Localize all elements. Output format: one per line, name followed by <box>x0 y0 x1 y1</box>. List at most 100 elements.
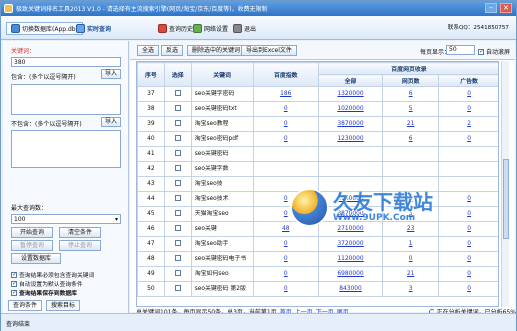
row-all-cell[interactable]: 1320000 <box>317 86 384 102</box>
row-checkbox[interactable] <box>174 210 181 216</box>
pause-query-button[interactable]: 暂停查询 <box>11 240 53 251</box>
row-index-link[interactable]: 48 <box>282 226 290 232</box>
row-all-cell[interactable]: 6980000 <box>317 266 384 282</box>
row-checkbox[interactable] <box>174 240 181 246</box>
table-vertical-scrollbar[interactable] <box>501 61 509 307</box>
row-checkbox[interactable] <box>174 105 181 111</box>
row-all-link[interactable]: 3870000 <box>337 121 363 127</box>
table-row[interactable]: 49 淘宝如何seo 0 6980000 21 0 <box>137 266 498 282</box>
row-pages-link[interactable]: 5 <box>409 106 413 112</box>
select-all-button[interactable]: 全选 <box>137 45 160 56</box>
row-checkbox[interactable] <box>174 195 181 201</box>
row-all-link[interactable]: 1020000 <box>337 106 363 112</box>
row-checkbox[interactable] <box>174 135 181 141</box>
row-checkbox[interactable] <box>174 285 181 291</box>
close-button[interactable]: × <box>500 3 512 13</box>
row-select-cell[interactable] <box>163 131 192 147</box>
table-row[interactable]: 39 淘宝seo教程 0 3870000 21 2 <box>137 116 498 132</box>
row-select-cell[interactable] <box>163 251 192 267</box>
row-ads-link[interactable]: 0 <box>467 136 471 142</box>
row-ads-cell[interactable]: 0 <box>438 251 498 267</box>
row-all-link[interactable]: 843000 <box>339 286 362 292</box>
checkbox-default-condition[interactable] <box>11 280 17 287</box>
row-index-cell[interactable]: 0 <box>252 116 319 132</box>
row-pages-link[interactable]: 6 <box>409 136 413 142</box>
max-query-select[interactable]: 100 ▾ <box>11 214 121 224</box>
row-pages-link[interactable]: 21 <box>407 271 415 277</box>
row-select-cell[interactable] <box>163 206 192 222</box>
row-index-cell[interactable] <box>252 161 319 177</box>
export-excel-button[interactable]: 导出到Excel文件 <box>241 45 297 56</box>
row-all-link[interactable]: 1120000 <box>337 256 363 262</box>
row-all-link[interactable]: 6980000 <box>337 271 363 277</box>
row-checkbox[interactable] <box>174 255 181 261</box>
include-textarea[interactable] <box>11 84 121 115</box>
table-row[interactable]: 41 seo关键密码 <box>137 146 498 162</box>
row-ads-link[interactable]: 0 <box>467 106 471 112</box>
row-all-cell[interactable] <box>317 161 384 177</box>
auto-scroll-option[interactable]: 自动滚屏 <box>478 47 510 56</box>
row-select-cell[interactable] <box>163 86 192 102</box>
row-index-link[interactable]: 0 <box>284 136 288 142</box>
table-row[interactable]: 50 seo关键密码 第2版 0 843000 3 0 <box>137 281 498 297</box>
row-all-cell[interactable]: 1120000 <box>317 251 384 267</box>
table-row[interactable]: 40 淘宝seo密码pdf 0 1230000 6 0 <box>137 131 498 147</box>
row-ads-cell[interactable]: 0 <box>438 101 498 117</box>
row-select-cell[interactable] <box>163 101 192 117</box>
stop-query-button[interactable]: 停止查询 <box>59 240 101 251</box>
row-all-cell[interactable]: 1020000 <box>317 101 384 117</box>
table-row[interactable]: 37 seo关键字密码 186 1320000 6 0 <box>137 86 498 102</box>
row-index-link[interactable]: 0 <box>284 271 288 277</box>
row-ads-link[interactable]: 0 <box>467 271 471 277</box>
row-all-cell[interactable]: 843000 <box>317 281 384 297</box>
row-ads-link[interactable]: 0 <box>467 256 471 262</box>
row-ads-link[interactable]: 0 <box>467 286 471 292</box>
row-ads-link[interactable]: 0 <box>467 91 471 97</box>
row-index-link[interactable]: 0 <box>284 286 288 292</box>
row-ads-cell[interactable] <box>438 146 498 162</box>
row-index-link[interactable]: 0 <box>284 211 288 217</box>
row-all-link[interactable]: 1230000 <box>337 136 363 142</box>
row-ads-cell[interactable]: 2 <box>438 116 498 132</box>
minimize-button[interactable]: – <box>485 3 497 13</box>
row-ads-link[interactable]: 0 <box>467 241 471 247</box>
row-ads-cell[interactable]: 0 <box>438 281 498 297</box>
table-row[interactable]: 42 seo关键字数 <box>137 161 498 177</box>
row-index-link[interactable]: 0 <box>284 106 288 112</box>
checkbox-auto-scroll[interactable] <box>478 48 484 55</box>
page-size-select[interactable]: 50 <box>446 45 475 55</box>
start-query-button[interactable]: 开始查询 <box>11 227 53 238</box>
row-pages-cell[interactable]: 21 <box>382 116 440 132</box>
row-pages-cell[interactable] <box>382 146 440 162</box>
row-all-link[interactable]: 1320000 <box>337 91 363 97</box>
row-pages-link[interactable]: 21 <box>407 121 415 127</box>
row-index-cell[interactable]: 0 <box>252 236 319 252</box>
tab-query-conditions[interactable]: 查询条件 <box>8 300 43 311</box>
option-default-condition[interactable]: 自动设置为默认查询条件 <box>11 279 83 288</box>
row-select-cell[interactable] <box>163 266 192 282</box>
delete-selected-button[interactable]: 删除选中的关键词 <box>187 45 246 56</box>
row-index-cell[interactable]: 0 <box>252 101 319 117</box>
row-select-cell[interactable] <box>163 146 192 162</box>
row-select-cell[interactable] <box>163 191 192 207</box>
row-pages-link[interactable]: 3 <box>409 286 413 292</box>
query-history-button[interactable]: 查询历史 <box>158 22 193 35</box>
row-pages-cell[interactable]: 6 <box>382 86 440 102</box>
row-all-cell[interactable]: 1230000 <box>317 131 384 147</box>
row-all-link[interactable]: 3720000 <box>337 241 363 247</box>
row-select-cell[interactable] <box>163 236 192 252</box>
row-checkbox[interactable] <box>174 180 181 186</box>
invert-selection-button[interactable]: 反选 <box>161 45 184 56</box>
row-select-cell[interactable] <box>163 116 192 132</box>
row-index-cell[interactable]: 0 <box>252 266 319 282</box>
row-select-cell[interactable] <box>163 221 192 237</box>
table-row[interactable]: 47 淘宝seo助手 0 3720000 1 0 <box>137 236 498 252</box>
clear-conditions-button[interactable]: 清空条件 <box>59 227 101 238</box>
keyword-input[interactable]: 380 <box>11 57 121 67</box>
option-save-database[interactable]: 查询结果保存到数据库 <box>11 288 77 297</box>
row-pages-link[interactable]: 1 <box>409 241 413 247</box>
row-checkbox[interactable] <box>174 120 181 126</box>
row-checkbox[interactable] <box>174 90 181 96</box>
row-ads-cell[interactable] <box>438 161 498 177</box>
row-index-cell[interactable]: 186 <box>252 86 319 102</box>
